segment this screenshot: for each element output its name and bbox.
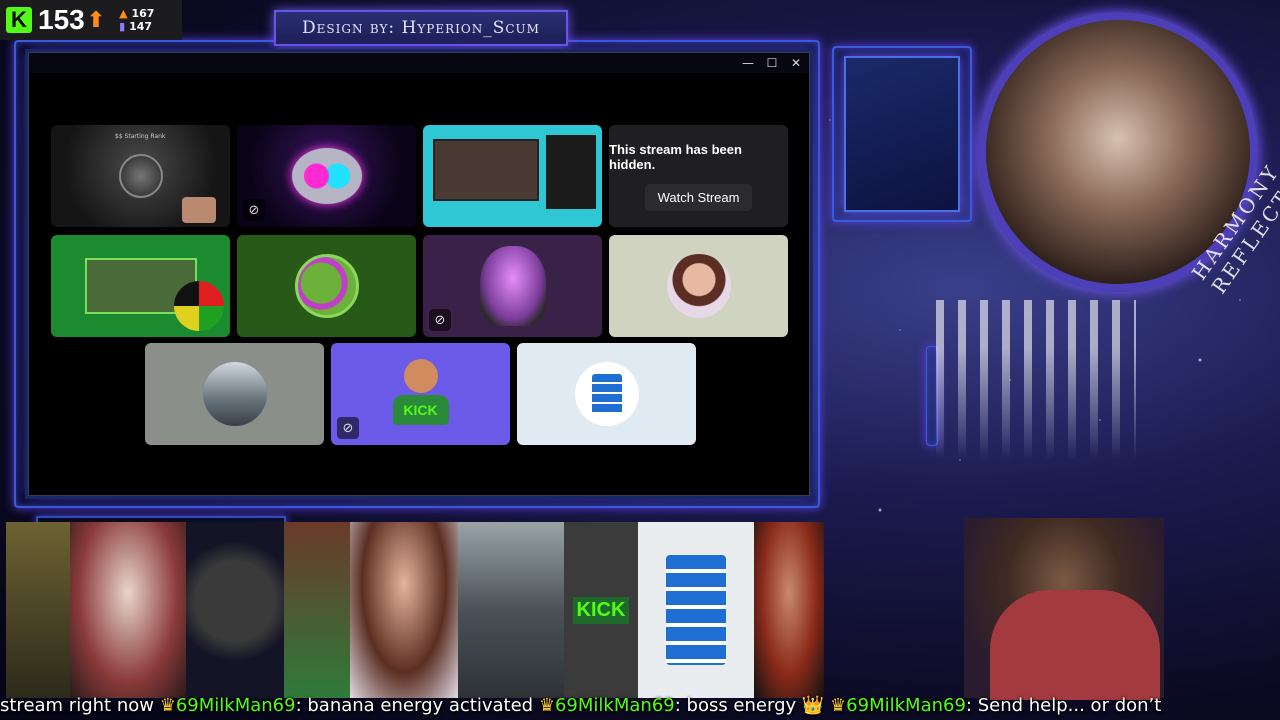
hidden-stream-message: This stream has been hidden.: [609, 141, 742, 172]
ticker-username: 69MilkMan69: [554, 695, 675, 716]
avatar-tile-pepe[interactable]: [237, 235, 416, 337]
crown-icon: ♛: [159, 695, 176, 716]
bars-icon: ▮: [119, 20, 126, 33]
alien-avatar: [479, 246, 546, 326]
ticker-message-text: banana energy activated: [307, 695, 534, 716]
ticker-message-text: Send help... or don’t: [977, 695, 1162, 716]
strip-woman: [350, 522, 458, 698]
strip-elephant: [6, 522, 70, 698]
woman-avatar: [666, 254, 731, 318]
follower-stats: ▲ 167 ▮ 147: [119, 7, 154, 33]
up-triangle-icon: ▲: [119, 7, 128, 20]
muted-icon: ⊘: [429, 309, 451, 331]
crown-icon: ♛: [830, 695, 847, 716]
stat-down-value: 147: [129, 20, 153, 33]
monkey-glasses-icon: [291, 148, 362, 204]
close-button[interactable]: ✕: [789, 56, 803, 70]
minimize-button[interactable]: —: [741, 56, 755, 70]
multistream-window: — ☐ ✕ $$ Starting Rank ⊘ This stream has…: [28, 52, 810, 496]
streamer-shirt: [990, 590, 1160, 700]
ticker-message-text: stream right now: [0, 695, 154, 716]
strip-cathedral: [458, 522, 564, 698]
tts-document-speaker-icon: [574, 362, 639, 426]
strip-bird: [70, 522, 186, 698]
mascot-shirt: KICK: [392, 395, 449, 425]
stream-tile-hidden: This stream has been hidden. Watch Strea…: [609, 125, 788, 227]
avatar-tile-woman[interactable]: [609, 235, 788, 337]
webcam-thumbnail: [182, 197, 216, 223]
stream-tile-1[interactable]: $$ Starting Rank: [51, 125, 230, 227]
strip-anime-girl: [284, 522, 350, 698]
stream-tile-5[interactable]: [51, 235, 230, 337]
stream-tile-2[interactable]: ⊘: [237, 125, 416, 227]
ticker-username: 69MilkMan69: [175, 695, 296, 716]
strip-kick-label: KICK: [572, 596, 630, 624]
pepe-avatar: [294, 254, 359, 318]
dna-art-panel: [844, 56, 960, 212]
design-credit-banner: Design by: Hyperion_Scum: [274, 10, 568, 46]
ticker-username: 69MilkMan69: [846, 695, 966, 716]
strip-kick-mascot: KICK: [564, 522, 638, 698]
trend-up-icon: ⬆: [86, 7, 106, 33]
window-titlebar: — ☐ ✕: [29, 53, 809, 73]
avatar-tile-cathedral[interactable]: [145, 343, 324, 445]
avatar-tile-kick[interactable]: KICK ⊘: [331, 343, 510, 445]
viewer-count: 153: [38, 4, 85, 35]
cathedral-avatar: [202, 362, 267, 426]
ticker-message-text: boss energy 👑: [686, 695, 825, 716]
webcam-thumbnail: [433, 139, 539, 201]
document-speaker-icon: [666, 555, 726, 665]
rank-emblem-icon: [118, 154, 163, 198]
document-icon: [591, 374, 622, 414]
stream-tile-3[interactable]: [423, 125, 602, 227]
crown-icon: ♛: [538, 695, 555, 716]
design-credit-text: Design by: Hyperion_Scum: [302, 18, 540, 38]
mascot-head: [403, 359, 438, 393]
kick-mascot-avatar: KICK: [392, 359, 449, 429]
kick-label: KICK: [403, 402, 438, 418]
muted-icon: ⊘: [243, 199, 265, 221]
strip-tts-icon: [638, 522, 754, 698]
avatar-tile-alien[interactable]: ⊘: [423, 235, 602, 337]
strip-monkey: [186, 522, 284, 698]
chat-ticker: stream right now ♛69MilkMan69: banana en…: [0, 695, 1162, 716]
muted-icon: ⊘: [337, 417, 359, 439]
avatar-tile-tts[interactable]: [517, 343, 696, 445]
viewer-counter: K 153 ⬆ ▲ 167 ▮ 147: [0, 0, 182, 40]
chat-overlay: [546, 135, 596, 209]
watch-stream-button[interactable]: Watch Stream: [644, 183, 753, 211]
kick-logo-icon: K: [6, 7, 32, 33]
stat-up-value: 167: [131, 7, 155, 20]
maximize-button[interactable]: ☐: [765, 56, 779, 70]
strip-bearded-man: [754, 522, 824, 698]
starting-rank-caption: $$ Starting Rank: [115, 133, 166, 140]
paint-drip-decoration: [936, 300, 1136, 460]
roulette-wheel-icon: [174, 281, 224, 331]
